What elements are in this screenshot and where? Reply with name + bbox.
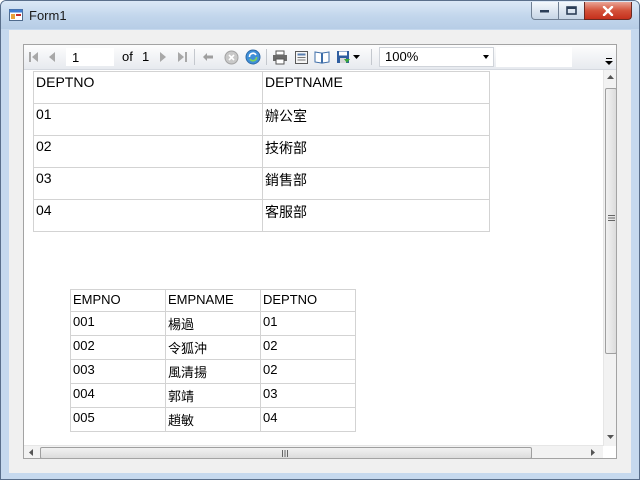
zoom-value: 100% (385, 49, 419, 64)
close-button[interactable] (584, 2, 632, 20)
table-row: 005 趙敏 04 (70, 407, 356, 432)
print-layout-button[interactable] (292, 48, 310, 66)
table-cell: 客服部 (262, 199, 490, 232)
print-button[interactable] (271, 48, 289, 66)
table-cell: 銷售部 (262, 167, 490, 200)
table-row: 01 辦公室 (33, 103, 490, 136)
table-cell: 風清揚 (165, 359, 261, 384)
table-row: 002 令狐沖 02 (70, 335, 356, 360)
table-cell: 技術部 (262, 135, 490, 168)
table-cell: 003 (70, 359, 166, 384)
save-icon (337, 50, 350, 63)
app-icon (9, 9, 23, 21)
page-setup-icon (314, 51, 330, 64)
column-header: EMPNAME (165, 289, 261, 312)
table-cell: 楊過 (165, 311, 261, 336)
table-cell: 令狐沖 (165, 335, 261, 360)
of-label: of (122, 49, 133, 64)
previous-page-button[interactable] (45, 48, 59, 66)
column-header: DEPTNO (33, 71, 263, 104)
grip-icon (608, 215, 615, 221)
maximize-button[interactable] (558, 2, 585, 20)
table-row: 02 技術部 (33, 135, 490, 168)
vertical-scroll-thumb[interactable] (605, 88, 616, 354)
table-cell: 004 (70, 383, 166, 408)
column-header: DEPTNO (260, 289, 356, 312)
table-cell: 趙敏 (165, 407, 261, 432)
table-cell: 001 (70, 311, 166, 336)
scroll-right-icon[interactable] (591, 449, 596, 456)
find-input[interactable] (496, 47, 572, 67)
toolbar-overflow-icon[interactable] (604, 55, 614, 67)
total-pages: 1 (142, 49, 150, 64)
report-canvas: DEPTNO DEPTNAME 01 辦公室 02 技術部 03 銷售部 04 … (24, 70, 602, 444)
table-cell: 005 (70, 407, 166, 432)
report-viewer: of 1 (23, 44, 617, 459)
table-header-row: DEPTNO DEPTNAME (33, 71, 490, 104)
table-cell: 02 (260, 359, 356, 384)
table-header-row: EMPNO EMPNAME DEPTNO (70, 289, 356, 312)
maximize-icon (566, 6, 577, 15)
table-cell: 04 (33, 199, 263, 232)
chevron-down-icon (483, 55, 489, 59)
table-cell: 04 (260, 407, 356, 432)
client-area: of 1 (9, 30, 631, 473)
employee-table: EMPNO EMPNAME DEPTNO 001 楊過 01 002 令狐沖 0… (70, 289, 356, 432)
table-row: 003 風清揚 02 (70, 359, 356, 384)
print-layout-icon (294, 50, 308, 64)
title-bar[interactable]: Form1 (1, 1, 639, 29)
grip-icon (282, 450, 288, 457)
department-table: DEPTNO DEPTNAME 01 辦公室 02 技術部 03 銷售部 04 … (33, 71, 490, 232)
vertical-scrollbar[interactable] (603, 70, 616, 446)
table-cell: 002 (70, 335, 166, 360)
table-row: 004 郭靖 03 (70, 383, 356, 408)
last-page-button[interactable] (174, 48, 190, 66)
horizontal-scrollbar[interactable] (24, 445, 603, 458)
scroll-down-icon[interactable] (607, 435, 614, 440)
table-row: 001 楊過 01 (70, 311, 356, 336)
form-window: Form1 of 1 (0, 0, 640, 480)
back-arrow-icon (203, 53, 213, 61)
toolbar-separator (371, 49, 372, 65)
refresh-button[interactable] (244, 48, 262, 66)
column-header: EMPNO (70, 289, 166, 312)
minimize-button[interactable] (531, 2, 559, 20)
next-page-button[interactable] (156, 48, 170, 66)
scroll-left-icon[interactable] (29, 449, 34, 456)
window-title: Form1 (29, 8, 67, 23)
table-cell: 03 (33, 167, 263, 200)
horizontal-scroll-thumb[interactable] (40, 447, 532, 458)
table-cell: 03 (260, 383, 356, 408)
table-cell: 01 (33, 103, 263, 136)
close-icon (602, 5, 614, 16)
next-page-icon (160, 52, 166, 62)
print-icon (273, 50, 287, 64)
first-page-icon (29, 52, 38, 62)
stop-button[interactable] (222, 48, 240, 66)
last-page-icon (178, 52, 187, 62)
toolbar-separator (194, 49, 195, 65)
table-cell: 02 (260, 335, 356, 360)
chevron-down-icon (353, 54, 360, 59)
stop-icon (224, 50, 238, 64)
zoom-dropdown[interactable]: 100% (379, 47, 494, 67)
table-cell: 02 (33, 135, 263, 168)
minimize-icon (540, 9, 549, 12)
toolbar-separator (266, 49, 267, 65)
table-cell: 辦公室 (262, 103, 490, 136)
back-button[interactable] (200, 48, 216, 66)
table-cell: 郭靖 (165, 383, 261, 408)
first-page-button[interactable] (27, 48, 41, 66)
current-page-input[interactable] (66, 48, 114, 66)
page-setup-button[interactable] (313, 48, 331, 66)
report-toolbar: of 1 (24, 45, 616, 70)
table-row: 04 客服部 (33, 199, 490, 232)
column-header: DEPTNAME (262, 71, 490, 104)
table-row: 03 銷售部 (33, 167, 490, 200)
refresh-icon (245, 49, 261, 65)
scroll-up-icon[interactable] (607, 75, 614, 80)
table-cell: 01 (260, 311, 356, 336)
export-button[interactable] (335, 48, 361, 66)
previous-page-icon (49, 52, 55, 62)
